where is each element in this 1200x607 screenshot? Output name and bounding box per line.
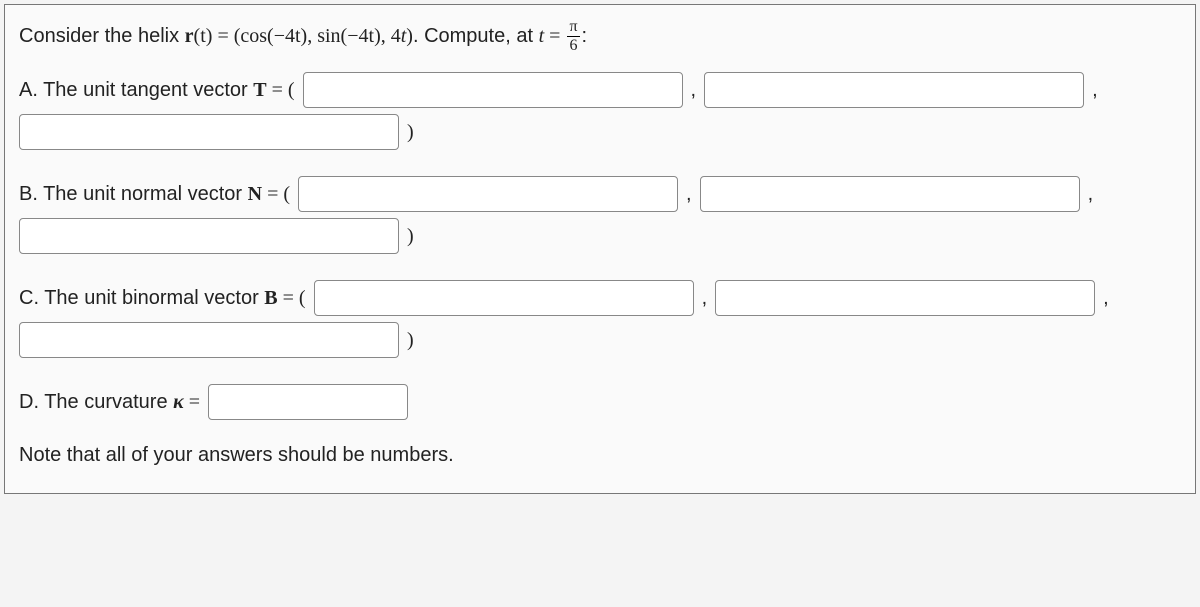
part-a-input-1[interactable] — [303, 72, 683, 108]
part-c-row2: ) — [19, 322, 1181, 358]
problem-statement: Consider the helix r(t) = (cos(−4t), sin… — [19, 19, 1181, 54]
close-paren: ) — [407, 223, 414, 250]
part-b-row2: ) — [19, 218, 1181, 254]
part-a-row1: A. The unit tangent vector T = ( , , — [19, 72, 1181, 108]
separator-comma: , — [1092, 77, 1098, 104]
note-row: Note that all of your answers should be … — [19, 442, 1181, 469]
part-d-row: D. The curvature κ = — [19, 384, 1181, 420]
close-paren: ) — [407, 327, 414, 354]
part-c-input-2[interactable] — [715, 280, 1095, 316]
part-a-label: A. The unit tangent vector T = ( — [19, 77, 295, 104]
part-b-input-1[interactable] — [298, 176, 678, 212]
separator-comma: , — [702, 285, 708, 312]
part-b-input-2[interactable] — [700, 176, 1080, 212]
part-a-row2: ) — [19, 114, 1181, 150]
separator-comma: , — [1103, 285, 1109, 312]
part-d-input[interactable] — [208, 384, 408, 420]
part-c-label: C. The unit binormal vector B = ( — [19, 285, 306, 312]
part-d-label: D. The curvature κ = — [19, 389, 200, 416]
part-c-input-1[interactable] — [314, 280, 694, 316]
part-a-input-2[interactable] — [704, 72, 1084, 108]
fraction-pi-over-6: π6 — [567, 19, 579, 54]
separator-comma: , — [686, 181, 692, 208]
note-text: Note that all of your answers should be … — [19, 442, 454, 469]
part-b-label: B. The unit normal vector N = ( — [19, 181, 290, 208]
problem-text: Consider the helix r(t) = (cos(−4t), sin… — [19, 19, 587, 54]
part-b-row1: B. The unit normal vector N = ( , , — [19, 176, 1181, 212]
separator-comma: , — [691, 77, 697, 104]
close-paren: ) — [407, 119, 414, 146]
problem-container: Consider the helix r(t) = (cos(−4t), sin… — [4, 4, 1196, 494]
separator-comma: , — [1088, 181, 1094, 208]
part-b-input-3[interactable] — [19, 218, 399, 254]
part-c-row1: C. The unit binormal vector B = ( , , — [19, 280, 1181, 316]
part-c-input-3[interactable] — [19, 322, 399, 358]
part-a-input-3[interactable] — [19, 114, 399, 150]
